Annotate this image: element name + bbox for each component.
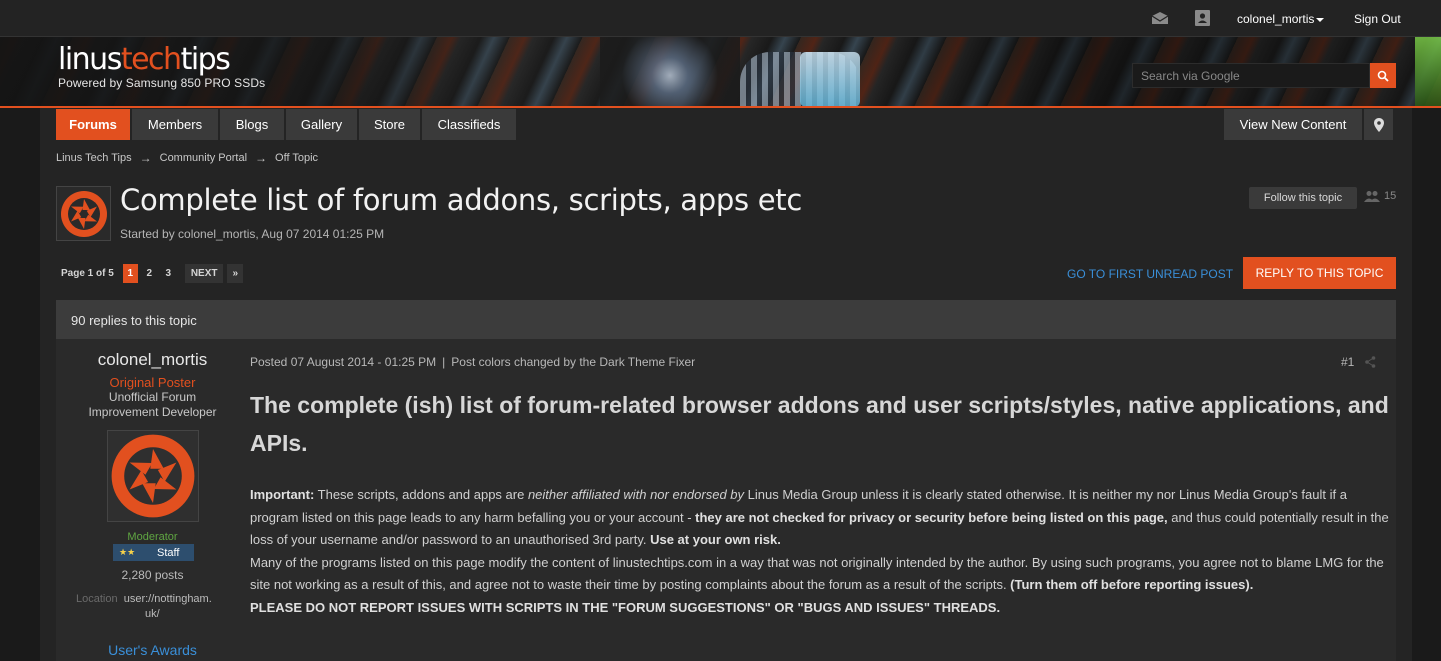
mail-icon[interactable] [1151,10,1169,26]
post-author-info: colonel_mortis Original Poster Unofficia… [70,350,235,420]
notifications-icon[interactable] [1193,10,1211,26]
author-post-count: 2,280 posts [121,568,184,582]
breadcrumb: Linus Tech Tips → Community Portal → Off… [56,151,318,165]
site-logo[interactable]: linustechtips Powered by Samsung 850 PRO… [58,42,266,91]
map-pin-icon [1373,117,1384,132]
next-page-button[interactable]: NEXT [184,263,224,283]
banner-art [800,52,860,107]
post-paragraph: Important: These scripts, addons and app… [250,487,1389,547]
author-title: Unofficial Forum [108,390,197,404]
username: colonel_mortis [1237,12,1315,26]
nav-tab-members[interactable]: Members [132,109,218,140]
last-page-button[interactable]: » [227,263,244,283]
sign-out-link[interactable]: Sign Out [1354,12,1401,26]
breadcrumb-item[interactable]: Off Topic [275,152,318,164]
page-indicator: Page 1 of 5 [61,267,114,279]
post-date: Posted 07 August 2014 - 01:25 PM [250,355,437,369]
first-unread-link[interactable]: GO TO FIRST UNREAD POST [1067,267,1233,281]
logo-wordmark: linustechtips [58,42,231,77]
banner-art [1415,37,1441,107]
original-poster-badge: Original Poster [109,375,196,390]
author-name[interactable]: colonel_mortis [70,350,235,370]
nav-tab-gallery[interactable]: Gallery [286,109,357,140]
chevron-down-icon [1316,17,1325,22]
page-title: Complete list of forum addons, scripts, … [120,183,802,217]
breadcrumb-separator: → [255,151,268,165]
breadcrumb-separator: → [139,151,152,165]
author-rank-badge: ★★ Staff [113,544,194,561]
page-link[interactable]: 2 [142,264,157,283]
follower-count-value: 15 [1384,190,1397,202]
user-awards-link[interactable]: User's Awards [70,642,235,658]
reply-topic-button[interactable]: REPLY TO THIS TOPIC [1243,257,1396,289]
topic-starter-avatar[interactable] [56,186,111,241]
search-input[interactable]: Search via Google [1132,63,1370,88]
author-title: Improvement Developer [88,405,217,419]
user-menu[interactable]: colonel_mortis [1237,12,1325,26]
location-value: user://nottingham. [123,593,212,605]
aperture-avatar-icon [111,434,195,518]
post-paragraph: Many of the programs listed on this page… [250,554,1384,593]
page-link-current[interactable]: 1 [122,263,138,283]
avatar[interactable] [107,430,199,522]
location-button[interactable] [1364,109,1393,140]
post-meta: Posted 07 August 2014 - 01:25 PM | Post co… [250,355,695,369]
share-button[interactable] [1364,355,1376,369]
users-icon [1364,191,1380,202]
user-bar: colonel_mortis Sign Out [0,0,1441,37]
share-icon [1364,356,1375,368]
nav-tab-classifieds[interactable]: Classifieds [422,109,516,140]
author-location: Location user://nottingham. uk/ [76,592,236,622]
breadcrumb-item[interactable]: Community Portal [160,152,247,164]
follow-topic-button[interactable]: Follow this topic [1249,187,1357,209]
aperture-avatar-icon [60,190,107,237]
follower-count: 15 [1364,190,1396,202]
nav-tab-forums[interactable]: Forums [56,109,130,140]
post-heading: The complete (ish) list of forum-related… [250,392,1389,456]
page-link[interactable]: 3 [161,264,176,283]
nav-tab-store[interactable]: Store [359,109,420,140]
logo-tagline: Powered by Samsung 850 PRO SSDs [58,76,266,90]
post-number-link[interactable]: #1 [1341,355,1354,369]
search-button[interactable] [1370,63,1396,88]
pagination: Page 1 of 5 1 2 3 NEXT » [56,263,244,283]
search-icon [1377,70,1389,82]
topic-started-by: Started by colonel_mortis, Aug 07 2014 0… [120,227,385,241]
location-label: Location [76,593,118,605]
rank-stars: ★★ [119,547,136,557]
breadcrumb-item[interactable]: Linus Tech Tips [56,152,132,164]
banner-art [600,37,740,107]
nav-tab-blogs[interactable]: Blogs [220,109,284,140]
view-new-content-button[interactable]: View New Content [1224,109,1362,140]
author-group: Moderator [127,531,178,543]
page-gutter-left [0,108,40,661]
location-value: uk/ [145,608,160,620]
post-note: Post colors changed by the Dark Theme Fi… [451,355,696,369]
rank-label: Staff [157,546,180,559]
post-body: Important: These scripts, addons and app… [250,484,1390,619]
post-paragraph: PLEASE DO NOT REPORT ISSUES WITH SCRIPTS… [250,599,1001,615]
page-gutter-right [1412,108,1441,661]
meta-separator: | [442,355,446,369]
replies-count-bar: 90 replies to this topic [56,300,1396,339]
